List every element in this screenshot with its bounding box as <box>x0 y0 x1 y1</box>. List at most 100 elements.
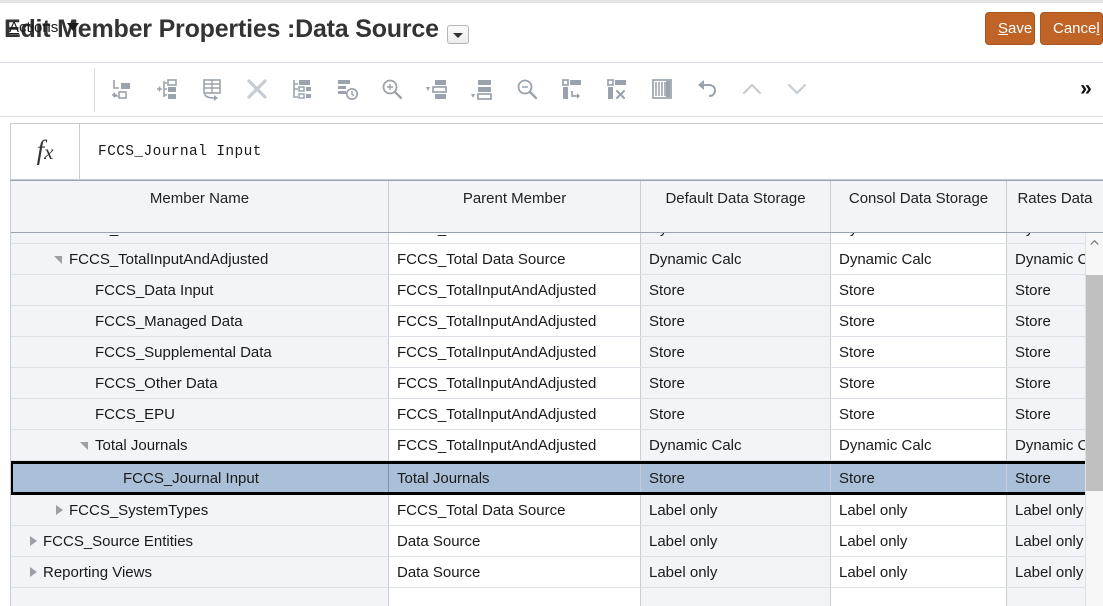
expand-node-icon[interactable] <box>51 502 67 518</box>
cell-member_name[interactable]: FCCS_EPU <box>11 399 389 429</box>
cell-consol_data_storage[interactable]: Label only <box>831 526 1007 556</box>
column-header-rates_data_storage[interactable]: Rates Data <box>1007 181 1103 232</box>
cell-default_data_storage[interactable]: Store <box>641 306 831 336</box>
cell-member_name[interactable]: FCCS_Data Input <box>11 275 389 305</box>
table-row[interactable]: FCCS_Managed Data FCCS_TotalInputAndAdjus… <box>11 306 1103 337</box>
expand-hierarchy-icon[interactable] <box>281 68 323 110</box>
cell-default_data_storage[interactable]: Store <box>641 337 831 367</box>
table-row[interactable]: FCCS_EPU FCCS_TotalInputAndAdjusted Store S… <box>11 399 1103 430</box>
table-row[interactable]: FCCS_SystemTypes FCCS_Total Data Source La… <box>11 495 1103 526</box>
cell-consol_data_storage[interactable]: Store <box>831 275 1007 305</box>
table-row[interactable]: FCCS_Source Entities Data Source Label onl… <box>11 526 1103 557</box>
cell-parent_member[interactable]: FCCS_TotalInputAndAdjusted <box>389 430 641 460</box>
cell-default_data_storage[interactable]: Dynamic Calc <box>641 244 831 274</box>
column-header-member_name[interactable]: Member Name <box>11 181 389 232</box>
cell-default_data_storage[interactable]: Dynamic Calc <box>641 430 831 460</box>
cell-consol_data_storage[interactable]: Store <box>831 368 1007 398</box>
cell-default_data_storage[interactable]: Label only <box>641 526 831 556</box>
cell-default_data_storage[interactable]: Dynamic Calc <box>641 233 831 243</box>
cell-default_data_storage[interactable]: Store <box>641 275 831 305</box>
table-row-selected[interactable]: FCCS_Journal Input Total Journals Store Sto… <box>11 461 1103 495</box>
member-history-icon[interactable] <box>326 68 368 110</box>
cell-consol_data_storage[interactable]: Label only <box>831 557 1007 587</box>
move-down-icon[interactable] <box>776 68 818 110</box>
table-row[interactable]: Total Journals FCCS_TotalInputAndAdjusted… <box>11 430 1103 461</box>
cell-member_name[interactable]: Reporting Views <box>11 557 389 587</box>
formula-input[interactable]: FCCS_Journal Input <box>80 124 1103 179</box>
cancel-button[interactable]: Cancel <box>1040 12 1103 45</box>
expand-node-icon[interactable] <box>25 533 41 549</box>
toolbar-overflow-button[interactable]: » <box>1070 68 1102 110</box>
grid-properties-icon[interactable] <box>641 68 683 110</box>
collapse-below-icon[interactable] <box>461 68 503 110</box>
cell-member_name[interactable]: FCCS_TotalInputAndAdjusted <box>11 244 389 274</box>
cell-default_data_storage[interactable] <box>641 588 831 606</box>
title-dropdown-button[interactable] <box>447 25 469 44</box>
scrollbar-thumb[interactable] <box>1086 275 1103 491</box>
cell-default_data_storage[interactable]: Store <box>641 464 831 492</box>
cell-member_name[interactable]: FCCS_Managed Data <box>11 306 389 336</box>
insert-column-icon[interactable] <box>551 68 593 110</box>
fx-icon[interactable]: fx <box>11 124 80 179</box>
collapse-node-icon[interactable] <box>77 437 93 453</box>
cell-member_name[interactable]: FCCS_Total Eliminations <box>11 233 389 243</box>
add-sibling-icon[interactable] <box>101 68 143 110</box>
cell-consol_data_storage[interactable]: Label only <box>831 495 1007 525</box>
table-row[interactable]: FCCS_TotalInputAndAdjusted FCCS_Total Dat… <box>11 244 1103 275</box>
cell-parent_member[interactable]: FCCS_TotalInputAndAdjusted <box>389 399 641 429</box>
table-row[interactable]: Reporting Views Data Source Label only Labe… <box>11 557 1103 588</box>
move-up-icon[interactable] <box>731 68 773 110</box>
cell-parent_member[interactable]: FCCS_Total Data Source <box>389 233 641 243</box>
cell-member_name[interactable]: Total Journals <box>11 430 389 460</box>
table-row[interactable] <box>11 588 1103 606</box>
table-row[interactable]: FCCS_Supplemental Data FCCS_TotalInputAnd… <box>11 337 1103 368</box>
cell-parent_member[interactable]: Total Journals <box>389 464 641 492</box>
cell-parent_member[interactable]: FCCS_TotalInputAndAdjusted <box>389 275 641 305</box>
column-header-default_data_storage[interactable]: Default Data Storage <box>641 181 831 232</box>
cell-default_data_storage[interactable]: Store <box>641 399 831 429</box>
delete-member-icon[interactable] <box>236 68 278 110</box>
cell-parent_member[interactable]: Data Source <box>389 557 641 587</box>
cell-consol_data_storage[interactable]: Store <box>831 464 1007 492</box>
cell-consol_data_storage[interactable]: Dynamic Calc <box>831 430 1007 460</box>
cell-member_name[interactable]: FCCS_Journal Input <box>11 464 389 492</box>
collapse-node-icon[interactable] <box>51 251 67 267</box>
cell-parent_member[interactable] <box>389 588 641 606</box>
expand-node-icon[interactable] <box>25 564 41 580</box>
delete-column-icon[interactable] <box>596 68 638 110</box>
actions-menu-button[interactable]: Actions <box>9 14 80 40</box>
column-header-consol_data_storage[interactable]: Consol Data Storage <box>831 181 1007 232</box>
table-row[interactable]: FCCS_Total Eliminations FCCS_Total Data S… <box>11 233 1103 244</box>
cell-parent_member[interactable]: Data Source <box>389 526 641 556</box>
cell-member_name[interactable]: FCCS_SystemTypes <box>11 495 389 525</box>
expand-node-icon[interactable] <box>51 233 67 236</box>
cell-member_name[interactable]: FCCS_Other Data <box>11 368 389 398</box>
cell-consol_data_storage[interactable]: Store <box>831 306 1007 336</box>
vertical-scrollbar[interactable] <box>1085 233 1103 606</box>
cell-default_data_storage[interactable]: Store <box>641 368 831 398</box>
cell-member_name[interactable]: FCCS_Source Entities <box>11 526 389 556</box>
add-child-icon[interactable] <box>146 68 188 110</box>
cell-parent_member[interactable]: FCCS_Total Data Source <box>389 244 641 274</box>
zoom-in-icon[interactable] <box>371 68 413 110</box>
expand-below-icon[interactable] <box>416 68 458 110</box>
cell-consol_data_storage[interactable]: Store <box>831 399 1007 429</box>
cell-parent_member[interactable]: FCCS_TotalInputAndAdjusted <box>389 337 641 367</box>
scroll-up-button[interactable] <box>1086 233 1103 250</box>
cell-parent_member[interactable]: FCCS_TotalInputAndAdjusted <box>389 368 641 398</box>
cell-default_data_storage[interactable]: Label only <box>641 495 831 525</box>
cell-parent_member[interactable]: FCCS_TotalInputAndAdjusted <box>389 306 641 336</box>
column-header-parent_member[interactable]: Parent Member <box>389 181 641 232</box>
cell-consol_data_storage[interactable]: Dynamic Calc <box>831 233 1007 243</box>
cell-consol_data_storage[interactable]: Store <box>831 337 1007 367</box>
cell-consol_data_storage[interactable] <box>831 588 1007 606</box>
table-row[interactable]: FCCS_Data Input FCCS_TotalInputAndAdjuste… <box>11 275 1103 306</box>
cell-default_data_storage[interactable]: Label only <box>641 557 831 587</box>
undo-icon[interactable] <box>686 68 728 110</box>
cell-parent_member[interactable]: FCCS_Total Data Source <box>389 495 641 525</box>
zoom-out-icon[interactable] <box>506 68 548 110</box>
cell-member_name[interactable]: FCCS_Supplemental Data <box>11 337 389 367</box>
save-button[interactable]: Save <box>985 12 1035 45</box>
table-row[interactable]: FCCS_Other Data FCCS_TotalInputAndAdjuste… <box>11 368 1103 399</box>
cell-consol_data_storage[interactable]: Dynamic Calc <box>831 244 1007 274</box>
